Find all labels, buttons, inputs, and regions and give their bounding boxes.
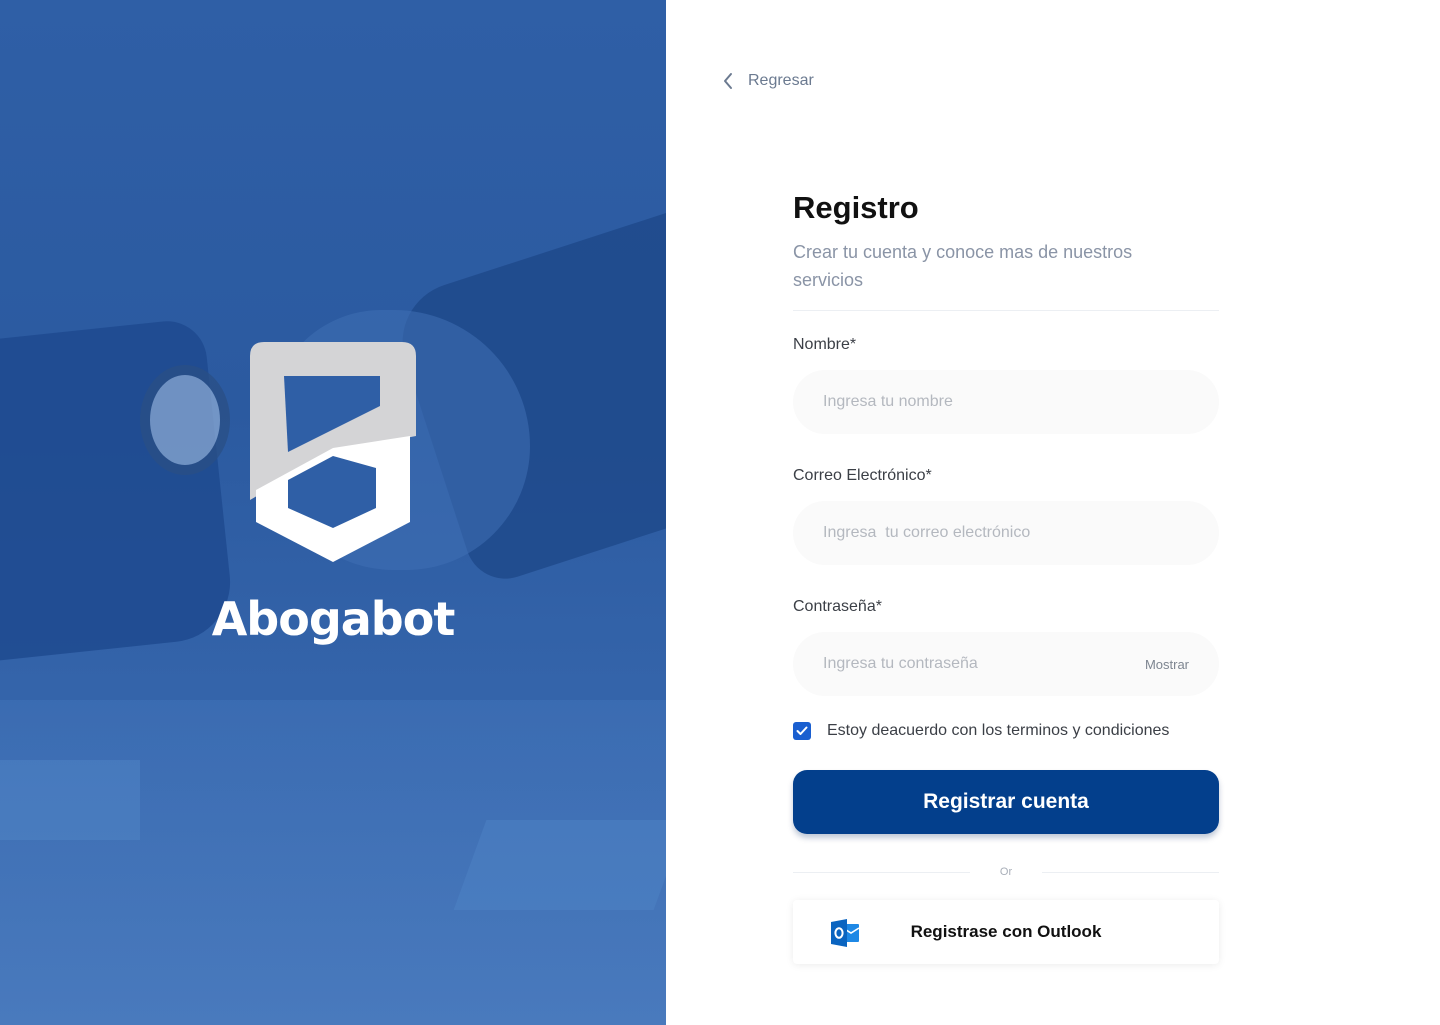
email-input[interactable]	[823, 524, 1189, 542]
email-field-container	[793, 501, 1219, 565]
terms-row: Estoy deacuerdo con los terminos y condi…	[793, 722, 1219, 740]
name-input[interactable]	[823, 393, 1189, 411]
email-label: Correo Electrónico*	[793, 467, 932, 484]
hero-background-desk-item	[0, 760, 140, 840]
chevron-left-icon	[724, 73, 732, 89]
or-label: Or	[999, 866, 1013, 878]
back-label: Regresar	[748, 72, 814, 89]
name-field-container	[793, 370, 1219, 434]
hero-panel: Abogabot	[0, 0, 666, 1025]
checkmark-icon	[796, 726, 808, 735]
hero-background-watch	[140, 365, 230, 475]
name-label: Nombre*	[793, 336, 857, 353]
registration-form: Registro Crear tu cuenta y conoce mas de…	[793, 190, 1220, 964]
password-field-container: Mostrar	[793, 632, 1219, 696]
abogabot-logo-icon	[250, 342, 416, 562]
password-label: Contraseña*	[793, 598, 882, 615]
register-account-button[interactable]: Registrar cuenta	[793, 770, 1219, 834]
or-separator: Or	[793, 866, 1220, 878]
page-title: Registro	[793, 190, 919, 225]
outlook-icon	[831, 919, 860, 947]
terms-label: Estoy deacuerdo con los terminos y condi…	[827, 722, 1170, 739]
terms-checkbox[interactable]	[793, 722, 811, 740]
outlook-register-button[interactable]: Registrase con Outlook	[793, 900, 1219, 964]
show-password-toggle[interactable]: Mostrar	[1145, 657, 1189, 672]
password-input[interactable]	[823, 655, 1145, 673]
page-subtitle: Crear tu cuenta y conoce mas de nuestros…	[793, 242, 1133, 290]
or-line-left	[793, 871, 970, 873]
or-line-right	[1042, 871, 1220, 873]
divider	[793, 310, 1219, 311]
hero-background-desk-item	[453, 820, 666, 910]
brand-name: Abogabot	[211, 592, 456, 646]
back-link[interactable]: Regresar	[722, 72, 814, 90]
